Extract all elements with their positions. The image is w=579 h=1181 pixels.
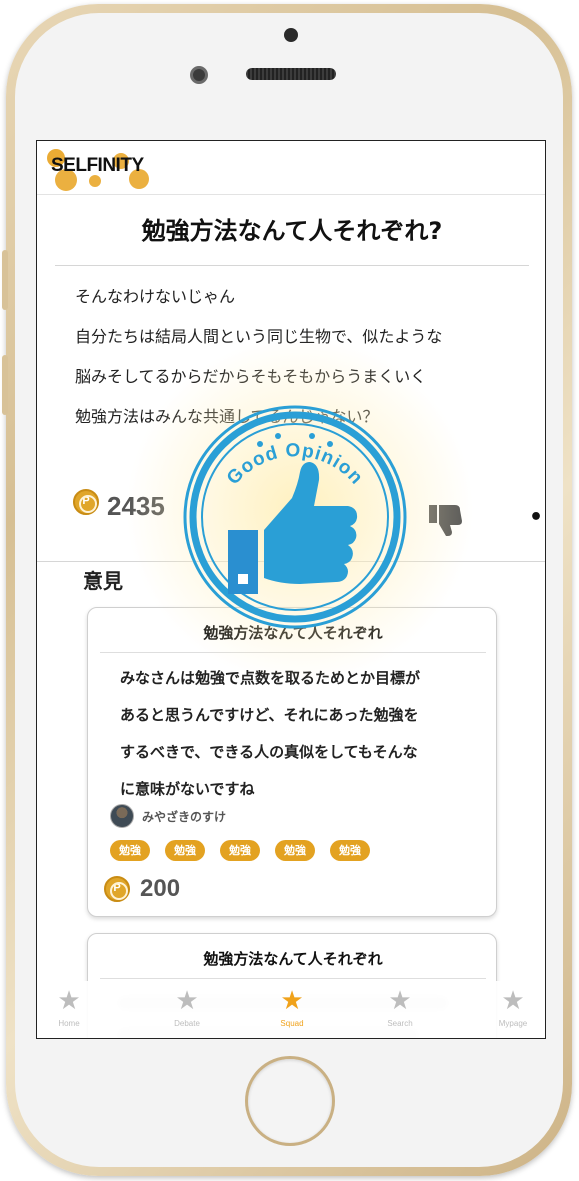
front-camera (190, 66, 208, 84)
author-name[interactable]: みやざきのすけ (142, 808, 226, 825)
volume-up-button (2, 250, 8, 310)
thumbs-up-icon (228, 462, 358, 594)
tag-chip[interactable]: 勉強 (165, 840, 205, 861)
tag-chip[interactable]: 勉強 (330, 840, 370, 861)
post-body-line: そんなわけないじゃん (75, 287, 236, 306)
stamp-text: Good Opinion (223, 440, 366, 489)
tag-chip[interactable]: 勉強 (110, 840, 150, 861)
opinion-body-line: に意味がないですね (120, 780, 255, 798)
earpiece-speaker (246, 68, 336, 80)
star-icon: ★ (388, 986, 412, 1016)
tab-mypage[interactable]: ★ Mypage (473, 986, 545, 1028)
tab-label: Mypage (498, 1019, 528, 1028)
tab-label: Search (387, 1019, 413, 1028)
home-button[interactable] (245, 1056, 335, 1146)
opinion-body-line: あると思うんですけど、それにあった勉強を (120, 706, 419, 724)
opinion-points-value: 200 (140, 875, 181, 902)
post-title: 勉強方法なんて人それぞれ? (141, 217, 443, 245)
point-coin-icon: P (73, 489, 99, 515)
tag-chip[interactable]: 勉強 (275, 840, 315, 861)
tab-home[interactable]: ★ Home (37, 986, 109, 1028)
avatar[interactable] (110, 804, 134, 828)
opinion-card-title: 勉強方法なんて人それぞれ (203, 950, 383, 968)
card-divider (100, 978, 486, 979)
tab-debate[interactable]: ★ Debate (147, 987, 227, 1028)
tab-label: Home (58, 1019, 80, 1028)
tab-label: Squad (280, 1019, 304, 1028)
tab-squad[interactable]: ★ Squad (252, 987, 332, 1028)
opinions-section-title: 意見 (83, 569, 123, 593)
front-sensor (284, 28, 298, 42)
point-coin-icon: P (104, 876, 130, 902)
tab-bar: ★ Home ★ Debate ★ Squad ★ Search ★ Mypag… (37, 981, 545, 1038)
tag-chip[interactable]: 勉強 (220, 840, 260, 861)
tab-search[interactable]: ★ Search (360, 987, 440, 1028)
svg-text:Good Opinion: Good Opinion (223, 440, 367, 489)
title-divider (55, 265, 529, 266)
app-logo[interactable]: SELFINITY (51, 155, 144, 177)
tab-label: Debate (174, 1019, 200, 1028)
opinion-body-line: するべきで、できる人の真似をしてもそんな (120, 743, 418, 761)
app-header: SELFINITY (37, 141, 545, 195)
more-options-button[interactable]: ••• (529, 505, 545, 530)
good-opinion-stamp: Good Opinion (183, 405, 407, 629)
volume-down-button (2, 355, 8, 415)
star-icon: ★ (175, 986, 199, 1016)
star-icon: ★ (57, 986, 81, 1016)
star-icon: ★ (280, 986, 304, 1016)
star-icon: ★ (501, 986, 525, 1016)
